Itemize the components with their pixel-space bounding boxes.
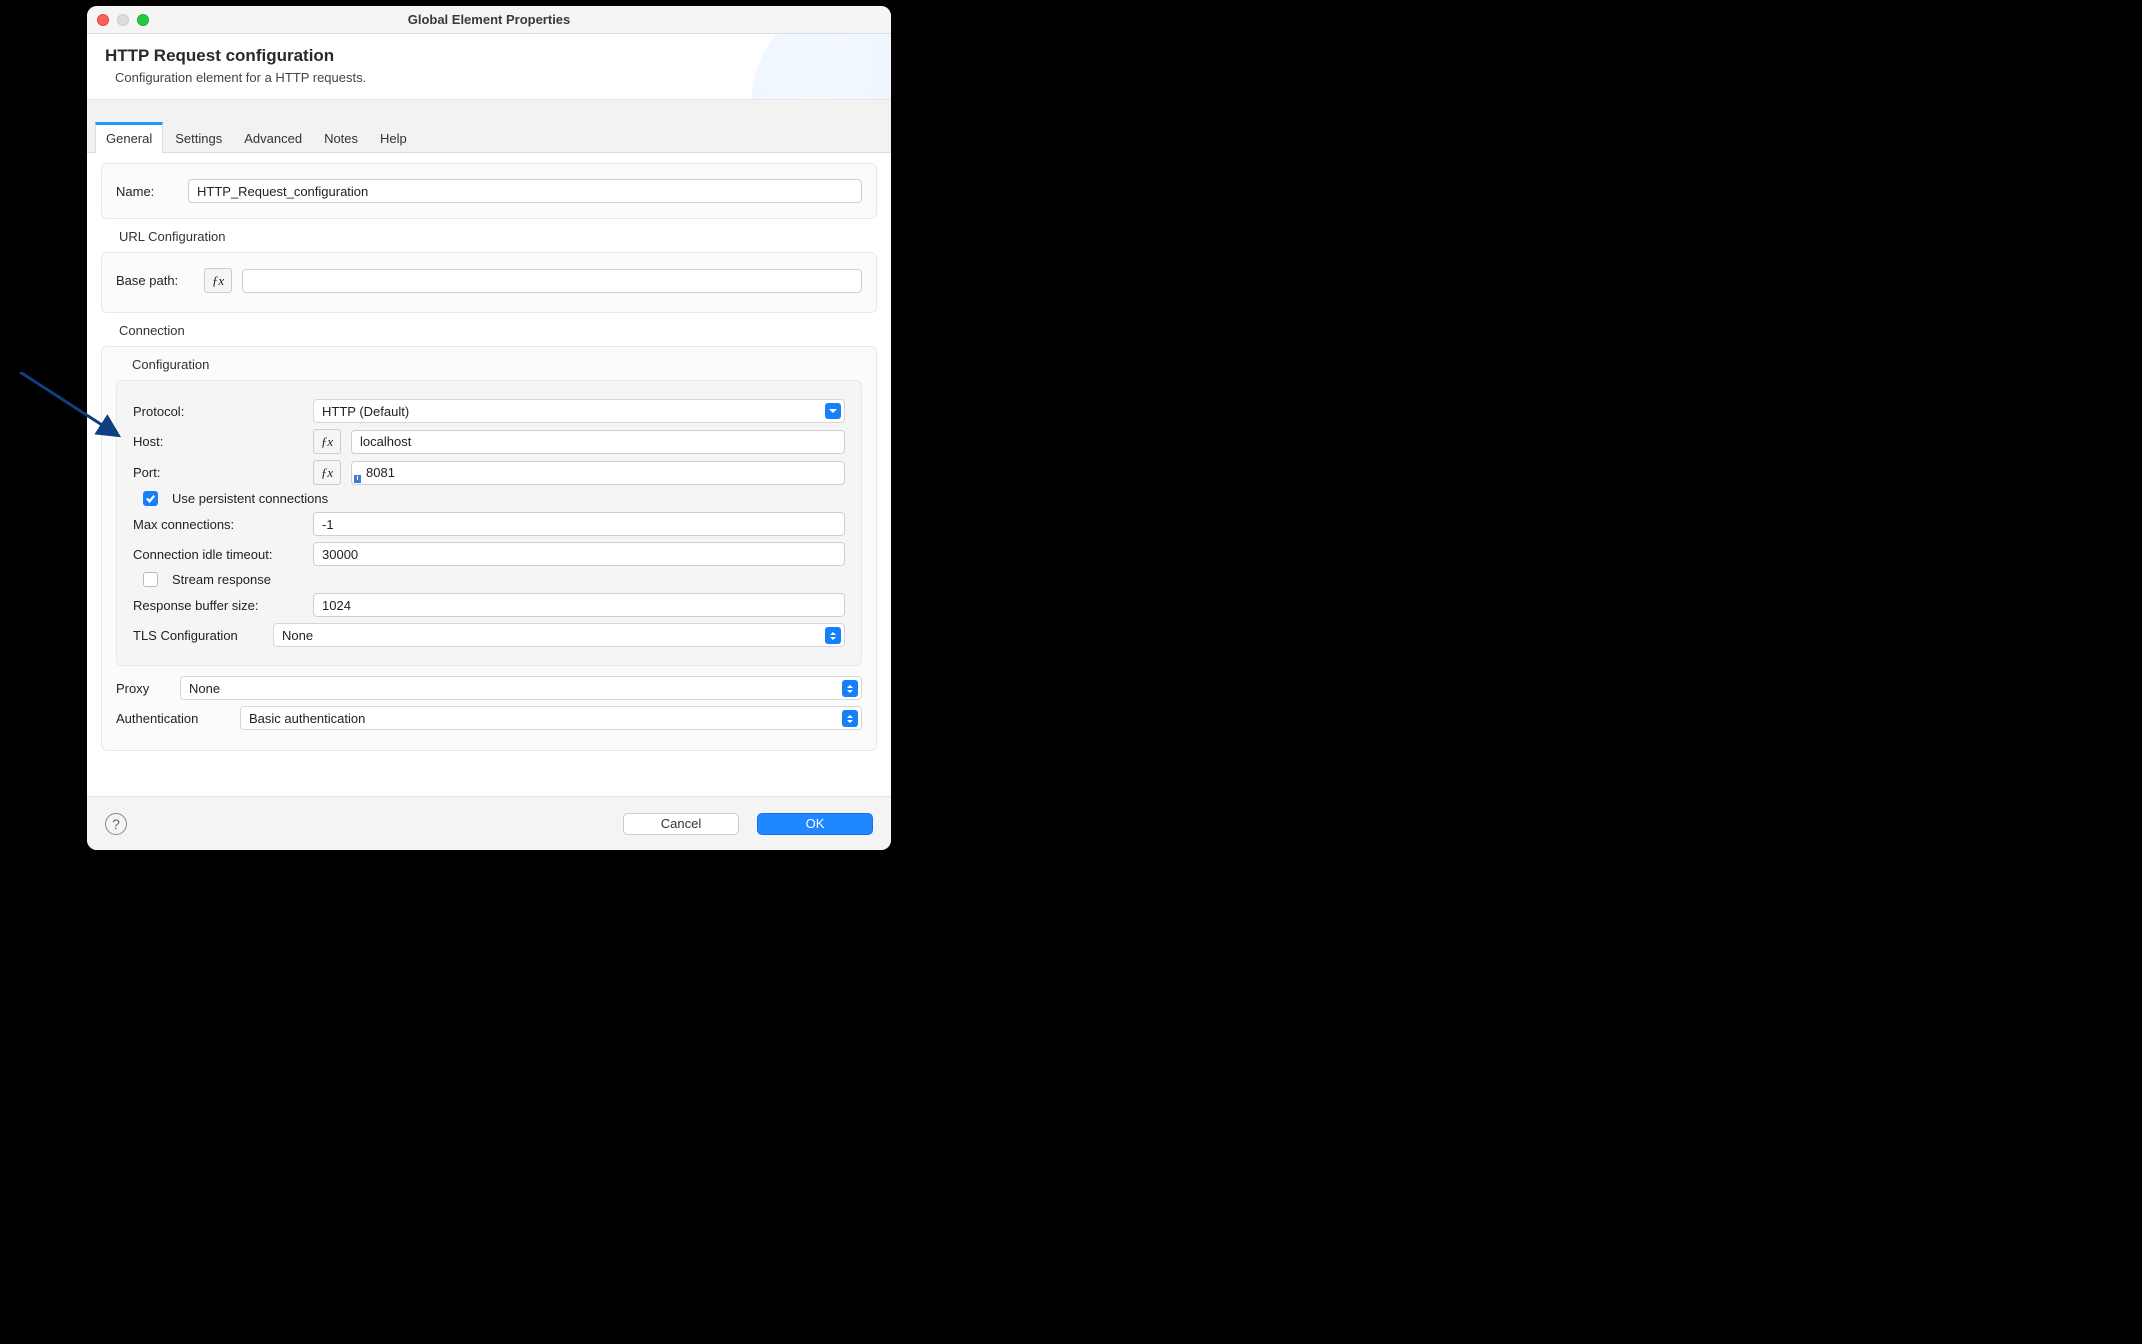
- info-marker-icon: i: [354, 475, 361, 483]
- authentication-value: Basic authentication: [249, 711, 365, 726]
- config-header: HTTP Request configuration Configuration…: [87, 34, 891, 100]
- tls-config-value: None: [282, 628, 313, 643]
- proxy-select[interactable]: None: [180, 676, 862, 700]
- proxy-value: None: [189, 681, 220, 696]
- protocol-value: HTTP (Default): [322, 404, 409, 419]
- authentication-label: Authentication: [116, 711, 230, 726]
- tab-notes[interactable]: Notes: [314, 122, 368, 152]
- dialog-footer: ? Cancel OK: [87, 796, 891, 850]
- response-buffer-label: Response buffer size:: [133, 598, 303, 613]
- window-title: Global Element Properties: [87, 12, 891, 27]
- name-label: Name:: [116, 184, 180, 199]
- max-connections-label: Max connections:: [133, 517, 303, 532]
- updown-icon: [842, 680, 858, 697]
- configuration-group: Protocol: HTTP (Default) Host: ƒx: [116, 380, 862, 666]
- config-title: HTTP Request configuration: [105, 46, 873, 66]
- authentication-select[interactable]: Basic authentication: [240, 706, 862, 730]
- host-input[interactable]: [351, 430, 845, 454]
- fx-button-host[interactable]: ƒx: [313, 429, 341, 454]
- updown-icon: [825, 627, 841, 644]
- max-connections-input[interactable]: [313, 512, 845, 536]
- name-input[interactable]: [188, 179, 862, 203]
- url-config-section: URL Configuration Base path: ƒx: [101, 229, 877, 313]
- cancel-button[interactable]: Cancel: [623, 813, 739, 835]
- protocol-label: Protocol:: [133, 404, 303, 419]
- stream-response-label: Stream response: [172, 572, 271, 587]
- url-config-legend: URL Configuration: [119, 229, 859, 244]
- connection-section: Connection Configuration Protocol: HTTP …: [101, 323, 877, 751]
- persistent-connections-label: Use persistent connections: [172, 491, 328, 506]
- tab-help[interactable]: Help: [370, 122, 417, 152]
- tab-settings[interactable]: Settings: [165, 122, 232, 152]
- idle-timeout-input[interactable]: [313, 542, 845, 566]
- tls-config-select[interactable]: None: [273, 623, 845, 647]
- tab-content: Name: URL Configuration Base path: ƒx Co…: [87, 153, 891, 796]
- persistent-connections-checkbox[interactable]: [143, 491, 158, 506]
- tab-bar: General Settings Advanced Notes Help: [87, 100, 891, 153]
- fx-button-port[interactable]: ƒx: [313, 460, 341, 485]
- updown-icon: [842, 710, 858, 727]
- configuration-legend: Configuration: [116, 357, 862, 372]
- port-label: Port:: [133, 465, 303, 480]
- dialog-window: Global Element Properties HTTP Request c…: [87, 6, 891, 850]
- connection-legend: Connection: [119, 323, 859, 338]
- ok-button[interactable]: OK: [757, 813, 873, 835]
- base-path-label: Base path:: [116, 273, 196, 288]
- response-buffer-input[interactable]: [313, 593, 845, 617]
- config-subtitle: Configuration element for a HTTP request…: [105, 70, 873, 85]
- host-label: Host:: [133, 434, 303, 449]
- chevron-down-icon: [825, 403, 841, 419]
- tab-general[interactable]: General: [95, 122, 163, 153]
- proxy-label: Proxy: [116, 681, 170, 696]
- base-path-input[interactable]: [242, 269, 862, 293]
- tls-config-label: TLS Configuration: [133, 628, 263, 643]
- protocol-select[interactable]: HTTP (Default): [313, 399, 845, 423]
- stream-response-checkbox[interactable]: [143, 572, 158, 587]
- help-button[interactable]: ?: [105, 813, 127, 835]
- titlebar: Global Element Properties: [87, 6, 891, 34]
- idle-timeout-label: Connection idle timeout:: [133, 547, 303, 562]
- tab-advanced[interactable]: Advanced: [234, 122, 312, 152]
- fx-button-base-path[interactable]: ƒx: [204, 268, 232, 293]
- port-input[interactable]: [351, 461, 845, 485]
